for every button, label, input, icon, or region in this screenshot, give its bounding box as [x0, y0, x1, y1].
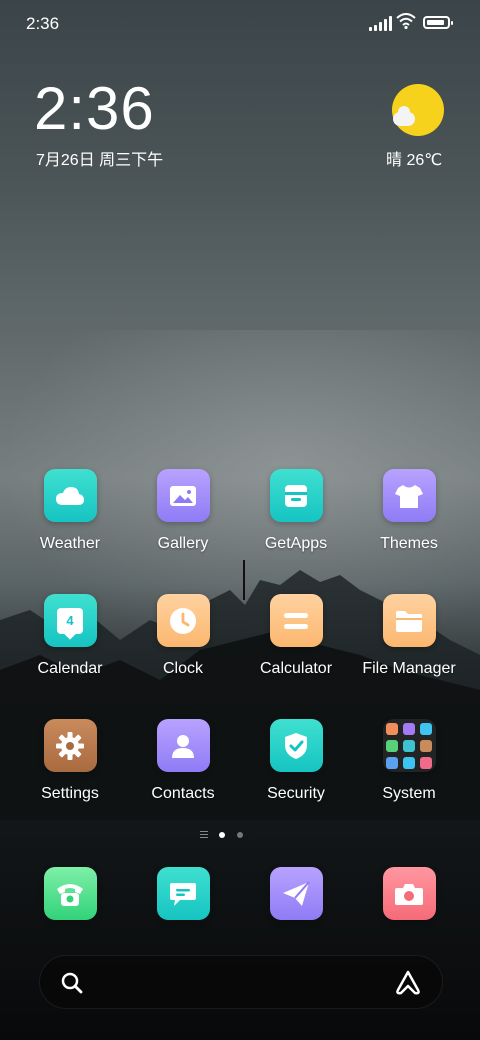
clock-icon[interactable] — [156, 594, 210, 647]
status-time: 2:36 — [26, 14, 60, 33]
page-dot-inactive — [237, 832, 243, 838]
assistant-icon[interactable] — [394, 969, 422, 995]
image-icon[interactable] — [156, 469, 210, 522]
tshirt-icon[interactable] — [382, 469, 436, 522]
app-getapps[interactable]: GetApps — [241, 469, 351, 553]
app-label: File Manager — [362, 660, 456, 677]
search-icon[interactable] — [61, 972, 83, 994]
app-system[interactable]: System — [354, 719, 464, 803]
app-label: Gallery — [157, 535, 209, 552]
app-label: Calendar — [37, 660, 103, 677]
folder-mini-app-icon — [403, 739, 415, 752]
page-dot-active — [219, 832, 225, 838]
dock-phone-app[interactable] — [15, 867, 125, 920]
folder-mini-app-icon — [386, 756, 398, 769]
app-label: Settings — [41, 785, 99, 802]
app-label: Weather — [39, 535, 101, 552]
folder-mini-app-icon — [420, 739, 432, 752]
send-icon[interactable] — [269, 867, 323, 920]
app-contacts[interactable]: Contacts — [128, 719, 238, 803]
folder-mini-app-icon — [403, 756, 415, 769]
equals-icon[interactable] — [269, 594, 323, 647]
cloud-icon[interactable] — [43, 469, 97, 522]
clock-widget-time[interactable]: 2:36 — [34, 76, 155, 142]
gear-icon[interactable] — [43, 719, 97, 772]
dock-camera-app[interactable] — [354, 867, 464, 920]
app-label: GetApps — [264, 535, 328, 552]
clock-widget-date[interactable]: 7月26日 周三下午 — [36, 146, 163, 170]
app-calendar[interactable]: 4 Calendar — [15, 594, 125, 678]
dock-send-app[interactable] — [241, 867, 351, 920]
status-bar: 2:36 — [0, 0, 480, 50]
calendar-icon[interactable]: 4 — [43, 594, 97, 647]
app-label: Security — [267, 785, 325, 802]
app-clock[interactable]: Clock — [128, 594, 238, 678]
app-label: Contacts — [151, 785, 215, 802]
folder-mini-app-icon — [386, 739, 398, 752]
app-label: Calculator — [259, 660, 333, 677]
message-icon[interactable] — [156, 867, 210, 920]
app-themes[interactable]: Themes — [354, 469, 464, 553]
app-security[interactable]: Security — [241, 719, 351, 803]
folder-mini-app-icon — [420, 756, 432, 769]
shield-check-icon[interactable] — [269, 719, 323, 772]
dock-message-app[interactable] — [128, 867, 238, 920]
app-label: Clock — [162, 660, 203, 677]
person-icon[interactable] — [156, 719, 210, 772]
battery-icon — [423, 16, 453, 29]
app-settings[interactable]: Settings — [15, 719, 125, 803]
signal-icon — [369, 16, 392, 31]
folder-icon[interactable] — [382, 594, 436, 647]
store-icon[interactable] — [269, 469, 323, 522]
folder-mini-app-icon — [420, 722, 432, 735]
phone-icon[interactable] — [43, 867, 97, 920]
cloud-overlay — [393, 106, 415, 126]
calendar-day: 4 — [66, 613, 74, 628]
app-gallery[interactable]: Gallery — [128, 469, 238, 553]
folder-grid-icon[interactable] — [382, 719, 436, 772]
app-file-manager[interactable]: File Manager — [354, 594, 464, 678]
page-indicator-menu-icon — [200, 831, 208, 840]
search-bar[interactable] — [39, 955, 443, 1009]
folder-mini-app-icon — [386, 722, 398, 735]
folder-mini-app-icon — [403, 722, 415, 735]
app-weather[interactable]: Weather — [15, 469, 125, 553]
weather-widget-text[interactable]: 晴 26℃ — [386, 146, 442, 170]
app-label: System — [382, 785, 436, 802]
wifi-icon — [396, 13, 416, 29]
app-calculator[interactable]: Calculator — [241, 594, 351, 678]
camera-icon[interactable] — [382, 867, 436, 920]
page-indicator[interactable] — [0, 828, 480, 842]
app-label: Themes — [380, 535, 438, 552]
